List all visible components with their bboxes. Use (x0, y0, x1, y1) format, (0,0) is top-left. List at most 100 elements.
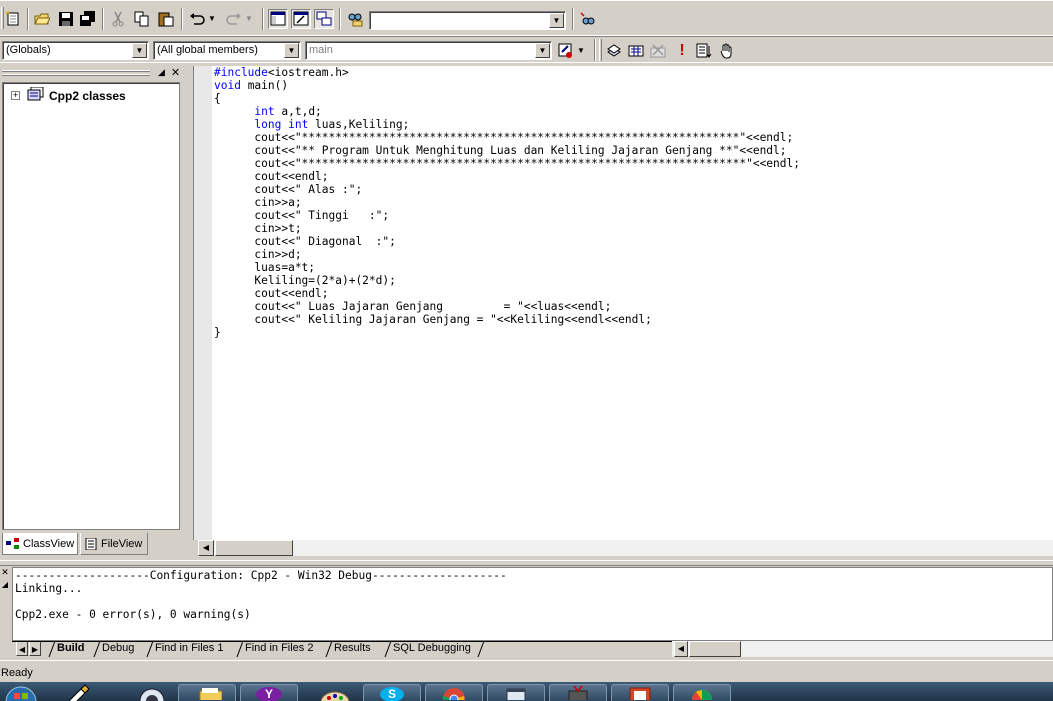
chrome-icon[interactable] (425, 684, 483, 701)
source-code[interactable]: #include<iostream.h> void main(){ int a,t… (214, 66, 800, 339)
output-tab-find-in-files-2[interactable]: Find in Files 2 (245, 641, 313, 657)
wizard-action-dropdown-icon[interactable]: ▼ (575, 41, 587, 61)
tv-app-icon[interactable] (549, 684, 607, 701)
expand-icon[interactable]: + (11, 91, 20, 100)
scroll-left-icon[interactable]: ◀ (198, 540, 214, 556)
paint-app-icon[interactable] (50, 684, 108, 701)
copy-icon[interactable] (132, 9, 152, 29)
undo-dropdown-icon[interactable]: ▼ (206, 9, 218, 29)
code-text: cin>>a; (214, 196, 302, 209)
chart-app-icon[interactable] (673, 684, 731, 701)
code-line[interactable]: luas=a*t; (214, 261, 800, 274)
yahoo-messenger-icon[interactable]: Y (240, 684, 298, 701)
code-line[interactable]: cout<<" Keliling Jajaran Genjang = "<<Ke… (214, 313, 800, 326)
scope-combo[interactable]: (Globals) ▼ (2, 41, 149, 60)
members-combo-value: (All global members) (157, 44, 258, 56)
editor-horizontal-scrollbar[interactable]: ◀ (198, 540, 1053, 556)
start-orb-icon[interactable] (2, 682, 40, 701)
code-line[interactable]: } (214, 326, 800, 339)
skype-icon[interactable]: S (363, 684, 421, 701)
code-line[interactable]: cout<<"*********************************… (214, 131, 800, 144)
code-line[interactable]: cin>>d; (214, 248, 800, 261)
code-line[interactable]: long int luas,Keliling; (214, 118, 800, 131)
chevron-down-icon[interactable]: ▼ (132, 43, 147, 58)
find-icon[interactable] (577, 9, 597, 29)
code-line[interactable]: cout<<" Alas :"; (214, 183, 800, 196)
output-tab-find-in-files-1[interactable]: Find in Files 1 (155, 641, 223, 657)
tab-classview[interactable]: ClassView (2, 533, 78, 555)
code-line[interactable]: cout<<" Diagonal :"; (214, 235, 800, 248)
explorer-folder-icon[interactable] (178, 684, 236, 701)
pane-restore-icon[interactable]: ◢ (156, 68, 167, 79)
output-pane-grip[interactable] (0, 560, 1053, 566)
workspace-icon[interactable] (268, 9, 288, 29)
code-line[interactable]: cout<<" Luas Jajaran Genjang = "<<luas<<… (214, 300, 800, 313)
code-line[interactable]: cin>>t; (214, 222, 800, 235)
stop-build-icon[interactable] (648, 41, 668, 61)
output-horizontal-scrollbar[interactable]: ◀ (672, 641, 1053, 657)
redo-dropdown-icon[interactable]: ▼ (243, 9, 255, 29)
code-text: a,t,d; (274, 105, 322, 118)
pane-grip[interactable] (2, 70, 150, 72)
find-in-files-icon[interactable] (345, 9, 365, 29)
code-line[interactable]: cin>>a; (214, 196, 800, 209)
build-icon[interactable] (626, 41, 646, 61)
output-close-icon[interactable]: ✕ (0, 568, 10, 578)
tab-fileview[interactable]: FileView (80, 533, 148, 555)
output-tab-debug[interactable]: Debug (102, 641, 134, 657)
code-line[interactable]: { (214, 92, 800, 105)
window-app-icon[interactable] (487, 684, 545, 701)
paint-palette-icon[interactable] (302, 684, 360, 701)
media-icon[interactable] (115, 684, 173, 701)
undo-icon[interactable] (187, 9, 207, 29)
output-restore-icon[interactable]: ◢ (0, 580, 10, 590)
cut-icon[interactable] (108, 9, 128, 29)
code-line[interactable]: Keliling=(2*a)+(2*d); (214, 274, 800, 287)
code-editor[interactable]: #include<iostream.h> void main(){ int a,t… (193, 66, 1053, 540)
powerpoint-icon[interactable] (611, 684, 669, 701)
code-line[interactable]: cout<<" Tinggi :"; (214, 209, 800, 222)
code-text: luas=a*t; (214, 261, 316, 274)
code-line[interactable]: #include<iostream.h> (214, 66, 800, 79)
compile-icon[interactable] (604, 41, 624, 61)
new-file-icon[interactable] (3, 9, 23, 29)
output-tab-build[interactable]: Build (57, 641, 85, 657)
members-combo[interactable]: (All global members) ▼ (153, 41, 301, 60)
tab-divider (48, 641, 56, 657)
code-line[interactable]: int a,t,d; (214, 105, 800, 118)
code-keyword: long int (254, 118, 309, 131)
code-text: cout<<endl; (214, 170, 329, 183)
function-combo[interactable]: main ▼ (305, 41, 552, 60)
output-tab-results[interactable]: Results (334, 641, 371, 657)
chevron-down-icon[interactable]: ▼ (284, 43, 299, 58)
code-line[interactable]: void main() (214, 79, 800, 92)
output-tab-sql-debugging[interactable]: SQL Debugging (393, 641, 471, 657)
code-line[interactable]: cout<<endl; (214, 287, 800, 300)
code-line[interactable]: cout<<"** Program Untuk Menghitung Luas … (214, 144, 800, 157)
tab-divider (93, 641, 101, 657)
insert-breakpoint-icon[interactable] (717, 41, 737, 61)
save-all-icon[interactable] (78, 9, 98, 29)
open-folder-icon[interactable] (32, 9, 52, 29)
save-icon[interactable] (56, 9, 76, 29)
chevron-down-icon[interactable]: ▼ (549, 13, 564, 28)
tree-root-label[interactable]: Cpp2 classes (49, 89, 126, 103)
redo-icon[interactable] (224, 9, 244, 29)
execute-icon[interactable]: ! (672, 41, 692, 61)
scroll-left-icon[interactable]: ◀ (674, 641, 688, 657)
code-line[interactable]: cout<<endl; (214, 170, 800, 183)
output-icon[interactable] (291, 9, 311, 29)
find-combo[interactable]: ▼ (369, 11, 566, 30)
scroll-thumb[interactable] (215, 540, 293, 556)
output-window[interactable]: --------------------Configuration: Cpp2 … (12, 567, 1053, 641)
code-text: cout<<" Diagonal :"; (214, 235, 396, 248)
pane-close-icon[interactable]: ✕ (170, 68, 181, 79)
window-list-icon[interactable] (314, 9, 334, 29)
chevron-down-icon[interactable]: ▼ (535, 43, 550, 58)
toolbar-grip[interactable] (599, 39, 602, 61)
paste-icon[interactable] (156, 9, 176, 29)
code-line[interactable]: cout<<"*********************************… (214, 157, 800, 170)
scroll-thumb[interactable] (689, 641, 741, 657)
go-icon[interactable] (694, 41, 714, 61)
wizard-action-icon[interactable] (556, 41, 576, 61)
